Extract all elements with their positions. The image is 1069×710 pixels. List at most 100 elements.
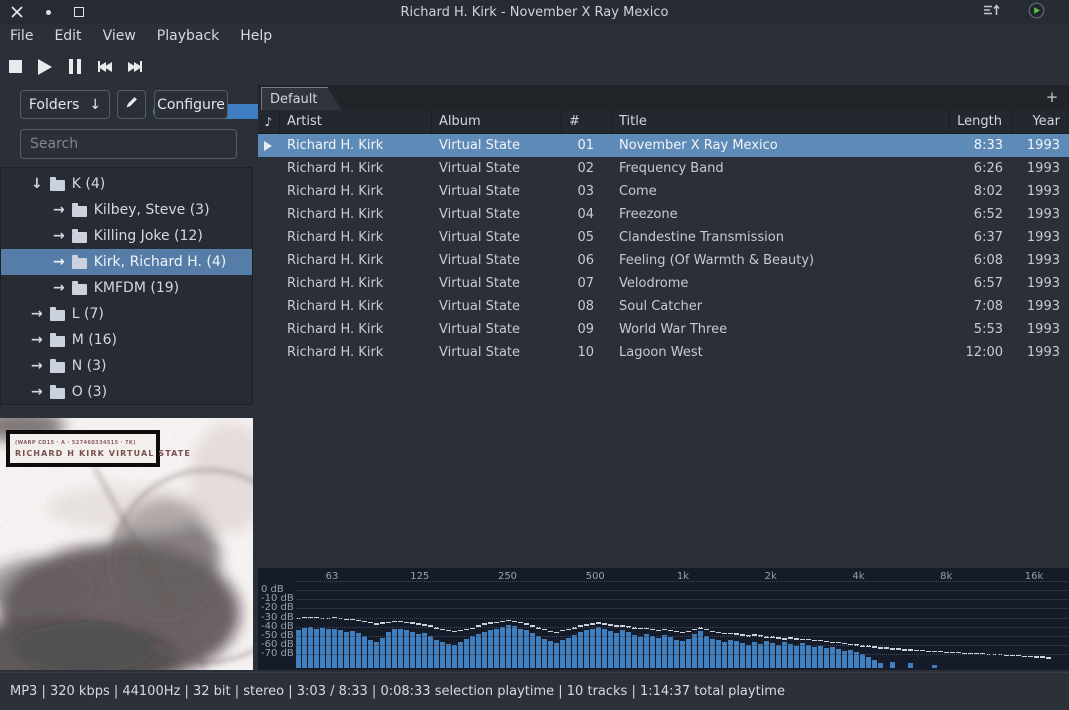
add-playlist-button[interactable]: +	[1043, 86, 1061, 108]
spectrum-peak	[878, 647, 883, 649]
spectrum-bar	[338, 590, 343, 668]
spectrum-gridline	[296, 654, 1067, 655]
column-artist[interactable]: Artist	[280, 110, 432, 133]
spectrum-bar	[524, 590, 529, 668]
playlist-row[interactable]: Richard H. KirkVirtual State09World War …	[258, 318, 1069, 341]
playlist-row[interactable]: Richard H. KirkVirtual State10Lagoon Wes…	[258, 341, 1069, 364]
tree-item-m[interactable]: →M (16)	[1, 327, 252, 353]
column-length[interactable]: Length	[950, 110, 1013, 133]
menu-file[interactable]: File	[10, 26, 46, 46]
spectrum-peak	[722, 633, 727, 635]
spectrum-bar	[800, 590, 805, 668]
tree-item-kirk[interactable]: →Kirk, Richard H. (4)	[1, 249, 252, 275]
expand-arrow-icon[interactable]: →	[53, 254, 65, 270]
expand-arrow-icon[interactable]: →	[53, 228, 65, 244]
pause-button[interactable]	[60, 54, 90, 80]
player-window: Richard H. Kirk - November X Ray Mexico …	[0, 0, 1069, 710]
spectrum-bar	[962, 590, 967, 668]
spectrum-bar	[584, 590, 589, 668]
spectrum-peak	[896, 648, 901, 650]
configure-button[interactable]: Configure	[154, 90, 228, 119]
spectrum-bar	[794, 590, 799, 668]
spectrum-peak	[800, 639, 805, 641]
spectrum-peak	[356, 620, 361, 622]
playlist-row[interactable]: Richard H. KirkVirtual State03Come8:0219…	[258, 180, 1069, 203]
column-number[interactable]: #	[562, 110, 612, 133]
spectrum-peak	[590, 623, 595, 625]
spectrum-bar	[788, 590, 793, 668]
spectrum-bar	[932, 590, 937, 668]
playlist-row[interactable]: Richard H. KirkVirtual State02Frequency …	[258, 157, 1069, 180]
spectrum-bar	[764, 590, 769, 668]
spectrum-analyzer[interactable]: 631252505001k2k4k8k16k0 dB-10 dB-20 dB-3…	[258, 568, 1069, 670]
cell-title: Frequency Band	[612, 161, 950, 176]
playlist-row[interactable]: Richard H. KirkVirtual State08Soul Catch…	[258, 295, 1069, 318]
column-title[interactable]: Title	[612, 110, 950, 133]
previous-button[interactable]	[90, 54, 120, 80]
spectrum-peak	[668, 630, 673, 632]
transport-toolbar	[0, 48, 1069, 85]
spectrum-bar	[722, 590, 727, 668]
folder-icon	[50, 388, 65, 399]
spectrum-bar	[530, 590, 535, 668]
search-input[interactable]	[20, 129, 237, 159]
column-playing-icon[interactable]: ♪	[258, 110, 280, 133]
playlist-row[interactable]: Richard H. KirkVirtual State06Feeling (O…	[258, 249, 1069, 272]
spectrum-bar	[470, 590, 475, 668]
spectrum-peak	[500, 621, 505, 623]
spectrum-peak	[806, 639, 811, 641]
minimize-icon[interactable]	[41, 5, 55, 19]
spectrum-bar	[818, 590, 823, 668]
configure-button-label: Configure	[157, 97, 225, 113]
spectrum-bar	[974, 590, 979, 668]
expand-arrow-icon[interactable]: →	[31, 306, 43, 322]
spectrum-peak	[584, 624, 589, 626]
spectrum-peak	[452, 631, 457, 633]
tree-item-l[interactable]: →L (7)	[1, 301, 252, 327]
cell-artist: Richard H. Kirk	[280, 322, 432, 337]
expand-arrow-icon[interactable]: →	[53, 280, 65, 296]
tree-item-kilbey[interactable]: →Kilbey, Steve (3)	[1, 197, 252, 223]
app-tray-icon[interactable]	[1028, 2, 1045, 23]
menu-edit[interactable]: Edit	[54, 26, 94, 46]
playlist-row[interactable]: Richard H. KirkVirtual State04Freezone6:…	[258, 203, 1069, 226]
close-icon[interactable]	[10, 5, 24, 19]
menu-view[interactable]: View	[103, 26, 149, 46]
maximize-icon[interactable]	[72, 5, 86, 19]
tree-item-n[interactable]: →N (3)	[1, 353, 252, 379]
expand-arrow-icon[interactable]: →	[31, 384, 43, 400]
spectrum-peak	[836, 642, 841, 644]
cell-number: 08	[562, 299, 612, 314]
menu-help[interactable]: Help	[240, 26, 285, 46]
column-album[interactable]: Album	[432, 110, 562, 133]
folders-dropdown[interactable]: Folders ↓	[20, 90, 110, 119]
spectrum-bar	[926, 590, 931, 668]
edit-button[interactable]	[117, 90, 146, 119]
spectrum-bar	[620, 590, 625, 668]
tree-item-killing[interactable]: →Killing Joke (12)	[1, 223, 252, 249]
tree-item-k[interactable]: ↓K (4)	[1, 171, 252, 197]
spectrum-peak	[602, 623, 607, 625]
next-button[interactable]	[120, 54, 150, 80]
stop-button[interactable]	[0, 54, 30, 80]
tab-default[interactable]: Default	[261, 87, 342, 110]
collapse-arrow-icon[interactable]: ↓	[31, 176, 43, 192]
playlist-row[interactable]: Richard H. KirkVirtual State01November X…	[258, 134, 1069, 157]
column-year[interactable]: Year	[1013, 110, 1069, 133]
play-button[interactable]	[30, 54, 60, 80]
cell-album: Virtual State	[432, 184, 562, 199]
playlist-row[interactable]: Richard H. KirkVirtual State05Clandestin…	[258, 226, 1069, 249]
expand-arrow-icon[interactable]: →	[31, 358, 43, 374]
tree-item-o[interactable]: →O (3)	[1, 379, 252, 405]
spectrum-peak	[1022, 656, 1027, 658]
menu-playback[interactable]: Playback	[157, 26, 232, 46]
spectrum-bar	[356, 590, 361, 668]
playlist-follow-icon[interactable]	[983, 2, 1000, 22]
playlist-row[interactable]: Richard H. KirkVirtual State07Velodrome6…	[258, 272, 1069, 295]
spectrum-bar	[1058, 590, 1063, 668]
spectrum-peak	[782, 638, 787, 640]
tree-item-kmfdm[interactable]: →KMFDM (19)	[1, 275, 252, 301]
expand-arrow-icon[interactable]: →	[53, 202, 65, 218]
expand-arrow-icon[interactable]: →	[31, 332, 43, 348]
spectrum-bar	[416, 590, 421, 668]
